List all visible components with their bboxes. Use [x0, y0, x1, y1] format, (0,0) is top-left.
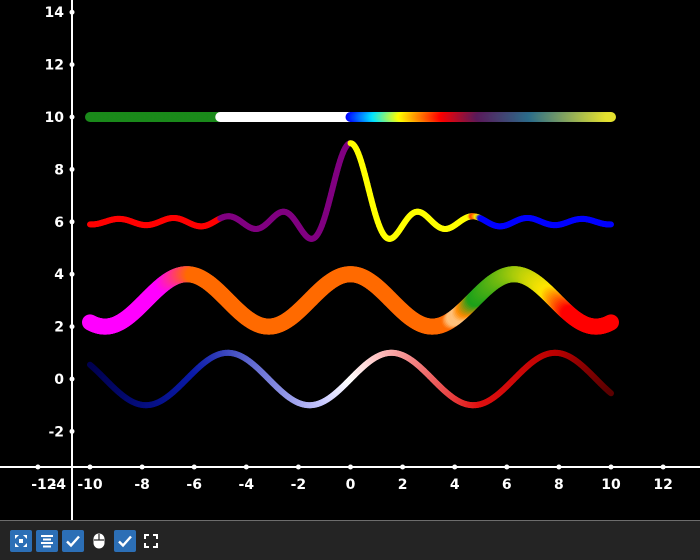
y-tick-mark	[69, 114, 75, 120]
y-tick-label: -4	[50, 477, 66, 493]
series-4-segment	[606, 389, 614, 397]
y-tick-label: 6	[54, 215, 64, 231]
mouse-icon	[93, 533, 105, 548]
x-tick-mark	[35, 464, 41, 470]
y-tick-mark	[69, 324, 75, 330]
check-button-2[interactable]	[114, 529, 136, 552]
y-tick-label: 10	[45, 110, 65, 126]
y-tick-mark	[69, 376, 75, 382]
fullscreen-icon	[144, 533, 158, 548]
x-tick-mark	[452, 464, 458, 470]
y-tick-label: 8	[54, 162, 64, 178]
y-tick-mark	[69, 428, 75, 434]
x-tick-label: -2	[291, 477, 307, 493]
y-tick-mark	[69, 62, 75, 68]
series-4-line	[87, 349, 614, 409]
series-3-segment	[601, 314, 619, 332]
x-tick-mark	[348, 464, 353, 470]
align-button[interactable]	[36, 529, 58, 552]
y-tick-mark	[69, 166, 75, 172]
x-tick-mark	[660, 464, 666, 470]
x-tick-mark	[139, 464, 145, 470]
y-tick-label: -2	[48, 424, 64, 440]
y-tick-mark	[69, 219, 75, 225]
x-tick-mark	[504, 464, 510, 470]
x-tick-label: 8	[554, 477, 564, 493]
y-tick-label: 12	[45, 58, 64, 74]
fit-view-button[interactable]	[10, 529, 32, 552]
x-tick-mark	[243, 464, 249, 470]
x-tick-mark	[400, 464, 406, 470]
y-tick-label: 0	[54, 372, 64, 388]
x-tick-mark	[295, 464, 301, 470]
x-tick-label: -4	[239, 477, 255, 493]
x-tick-label: -8	[134, 477, 150, 493]
x-tick-mark	[556, 464, 562, 470]
x-tick-label: 2	[398, 477, 408, 493]
toolbar	[0, 520, 700, 560]
fullscreen-button[interactable]	[140, 530, 162, 552]
x-tick-label: -6	[186, 477, 202, 493]
x-tick-label: 4	[450, 477, 460, 493]
check-icon	[66, 535, 80, 547]
x-tick-label: 10	[601, 477, 621, 493]
x-tick-label: -10	[77, 477, 103, 493]
mouse-button[interactable]	[88, 530, 110, 552]
series-3-line	[82, 266, 619, 335]
check-icon	[118, 535, 132, 547]
x-tick-label: 6	[502, 477, 512, 493]
y-tick-mark	[69, 271, 75, 277]
align-icon	[41, 534, 53, 547]
chart-plot: -12 -10 -8 -6 -4 -2 0 2 4 6 8 10 12-4-202468101214	[0, 0, 700, 520]
x-tick-mark	[191, 464, 197, 470]
x-tick-mark	[608, 464, 614, 470]
y-tick-label: 2	[54, 320, 64, 336]
check-button-1[interactable]	[62, 529, 84, 552]
series-2-line	[87, 140, 614, 242]
x-tick-mark	[87, 464, 93, 470]
y-tick-mark	[69, 9, 75, 15]
fit-view-icon	[15, 534, 27, 547]
x-tick-label: 12	[653, 477, 672, 493]
x-tick-label: 0	[346, 477, 356, 493]
y-tick-label: 14	[45, 5, 65, 21]
y-tick-label: 4	[54, 267, 64, 283]
